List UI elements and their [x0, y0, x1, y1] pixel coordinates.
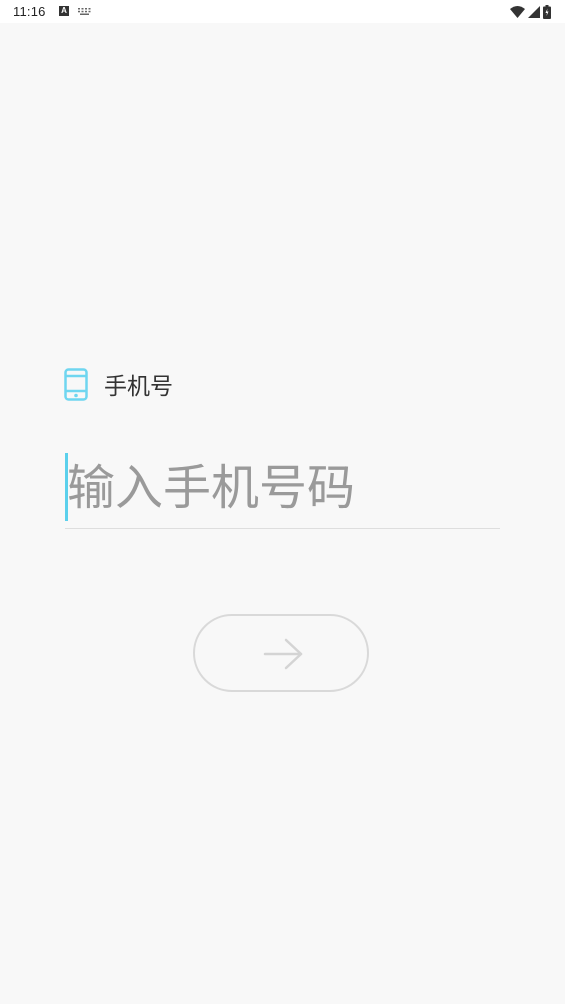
status-indicators [510, 4, 551, 19]
phone-label: 手机号 [104, 374, 173, 400]
next-button[interactable] [193, 614, 369, 692]
phone-label-row: 手机号 [64, 366, 173, 402]
status-bar: 11:16 A [0, 0, 565, 23]
battery-icon [543, 4, 551, 19]
keyboard-icon [78, 8, 91, 15]
phone-number-input[interactable] [67, 450, 497, 526]
arrow-right-icon [263, 638, 303, 670]
login-screen: 11:16 A 手机号 输入手机号码 [0, 0, 565, 1004]
phone-input-container [65, 450, 500, 529]
wifi-icon [510, 5, 525, 18]
signal-icon [528, 5, 540, 18]
phone-icon [64, 367, 88, 401]
a-notification-icon: A [59, 6, 69, 16]
status-time: 11:16 [13, 4, 46, 19]
